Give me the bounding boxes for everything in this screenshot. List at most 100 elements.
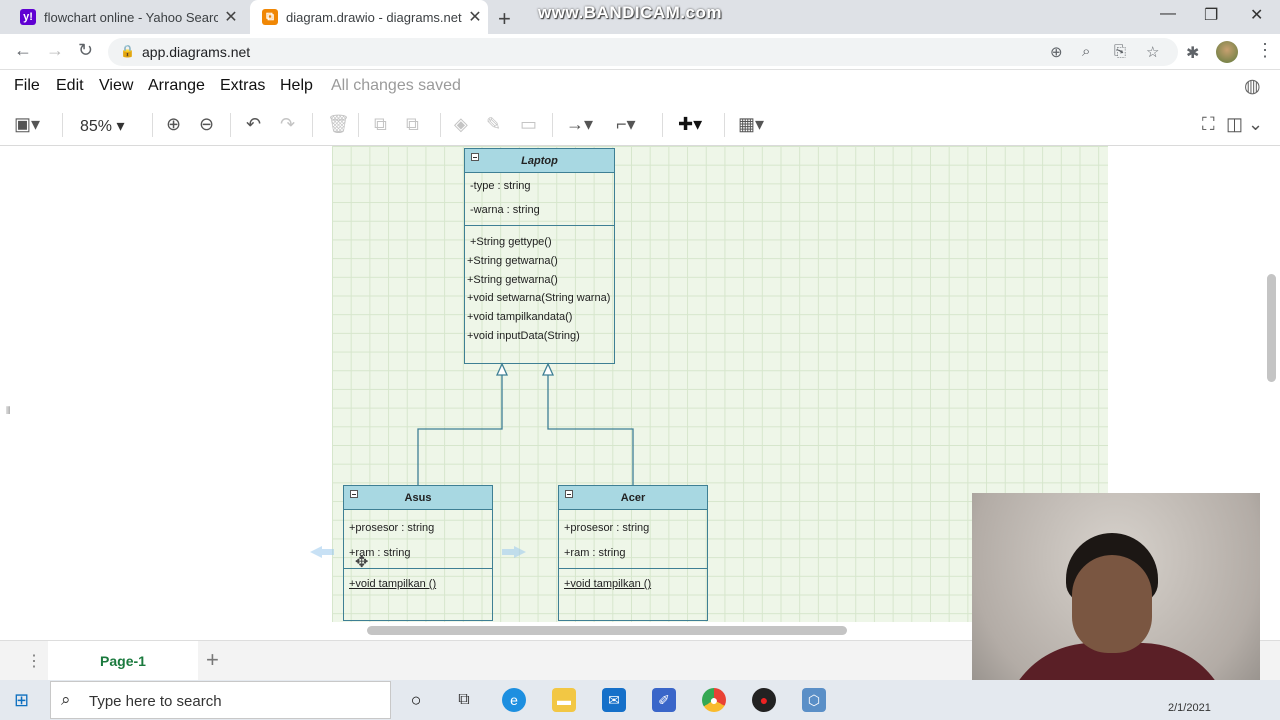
class-header[interactable]: Asus	[344, 486, 492, 510]
uml-class-asus[interactable]: Asus +prosesor : string +ram : string +v…	[343, 485, 493, 621]
class-divider	[344, 568, 492, 569]
save-status: All changes saved	[331, 77, 461, 94]
class-method[interactable]: +String getwarna()	[467, 274, 558, 286]
class-header[interactable]: Acer	[559, 486, 707, 510]
class-attribute[interactable]: -type : string	[470, 180, 531, 192]
reload-icon[interactable]: ↻	[78, 40, 93, 61]
chrome-icon[interactable]: ●	[702, 688, 726, 712]
collapse-toggle-icon[interactable]	[565, 490, 573, 498]
file-explorer-icon[interactable]: ▬	[552, 688, 576, 712]
panel-resize-handle[interactable]: ⦀	[6, 406, 10, 417]
new-tab-button[interactable]: +	[498, 6, 511, 32]
table-icon[interactable]: ▦▾	[738, 114, 764, 135]
to-front-icon[interactable]: ⧉	[374, 114, 387, 135]
zoom-level[interactable]: 85% ▾	[80, 116, 125, 136]
collapse-toggle-icon[interactable]	[350, 490, 358, 498]
presenter-face	[1072, 555, 1152, 653]
page-tab[interactable]: Page-1	[48, 641, 198, 681]
browser-menu-icon[interactable]: ⋮	[1256, 40, 1274, 61]
windows-taskbar: ⊞ ⌕ Type here to search ○ ⧉ e ▬ ✉ ✐ ● ● …	[0, 680, 1280, 720]
menu-file[interactable]: File	[14, 77, 40, 95]
format-panel-icon[interactable]: ▣▾	[14, 114, 40, 135]
class-header[interactable]: Laptop	[465, 149, 614, 173]
edge-icon[interactable]: e	[502, 688, 526, 712]
back-icon[interactable]: ←	[14, 40, 32, 61]
language-globe-icon[interactable]: ◍	[1244, 75, 1261, 98]
profile-avatar[interactable]	[1216, 41, 1238, 63]
class-attribute[interactable]: -warna : string	[470, 204, 540, 216]
redo-icon[interactable]: ↷	[280, 114, 295, 135]
webcam-overlay	[972, 493, 1260, 709]
task-view-icon[interactable]: ⧉	[452, 688, 476, 712]
zoom-icon[interactable]: ⌕	[1082, 43, 1090, 60]
restore-icon[interactable]: ❐	[1204, 5, 1218, 25]
url-bar[interactable]: 🔒 app.diagrams.net ⊕ ⌕ ⎘ ☆	[108, 38, 1178, 66]
class-attribute[interactable]: +ram : string	[564, 547, 625, 559]
uml-class-acer[interactable]: Acer +prosesor : string +ram : string +v…	[558, 485, 708, 621]
add-page-icon[interactable]: +	[206, 647, 219, 673]
close-icon[interactable]: ✕	[462, 7, 488, 27]
class-method[interactable]: +void inputData(String)	[467, 330, 580, 342]
close-icon[interactable]: ✕	[218, 7, 244, 27]
vertical-scrollbar[interactable]	[1267, 274, 1276, 382]
taskbar-search-box[interactable]: ⌕ Type here to search	[50, 681, 391, 719]
insert-icon[interactable]: ✚▾	[678, 114, 702, 135]
virtualbox-icon[interactable]: ⬡	[802, 688, 826, 712]
menu-extras[interactable]: Extras	[220, 77, 265, 95]
install-icon[interactable]: ⊕	[1050, 43, 1063, 61]
bandicam-record-icon[interactable]: ●	[752, 688, 776, 712]
browser-tab-yahoo[interactable]: y! flowchart online - Yahoo Search ✕	[8, 0, 244, 34]
class-method[interactable]: +void tampilkandata()	[467, 311, 572, 323]
delete-icon[interactable]: 🗑	[327, 114, 350, 135]
class-divider	[559, 568, 707, 569]
extensions-icon[interactable]: ✱	[1186, 43, 1199, 63]
class-attribute[interactable]: +prosesor : string	[349, 522, 434, 534]
toolbar-divider	[358, 113, 359, 137]
undo-icon[interactable]: ↶	[246, 114, 261, 135]
menu-arrange[interactable]: Arrange	[148, 77, 205, 95]
collapse-icon[interactable]: ⌄	[1248, 114, 1263, 135]
collapse-toggle-icon[interactable]	[471, 153, 479, 161]
share-icon[interactable]: ⎘	[1114, 43, 1126, 60]
window-close-icon[interactable]: ✕	[1250, 5, 1263, 25]
recording-watermark: www.BANDICAM.com	[538, 3, 722, 22]
to-back-icon[interactable]: ⧉	[406, 114, 419, 135]
class-method[interactable]: +void tampilkan ()	[564, 578, 651, 590]
mail-icon[interactable]: ✉	[602, 688, 626, 712]
yahoo-icon: y!	[20, 9, 36, 25]
toggle-panel-icon[interactable]: ◫	[1226, 114, 1243, 135]
class-method[interactable]: +String getwarna()	[467, 255, 558, 267]
waypoints-icon[interactable]: ⌐▾	[616, 114, 636, 135]
class-divider	[465, 225, 614, 226]
fill-color-icon[interactable]: ◈	[454, 114, 468, 135]
bookmark-star-icon[interactable]: ☆	[1146, 43, 1159, 61]
horizontal-scrollbar[interactable]	[367, 626, 847, 635]
class-method[interactable]: +String gettype()	[470, 236, 552, 248]
cortana-icon[interactable]: ○	[404, 688, 428, 712]
line-color-icon[interactable]: ✎	[486, 114, 501, 135]
windows-start-icon[interactable]: ⊞	[14, 690, 29, 711]
minimize-icon[interactable]: —	[1160, 5, 1176, 23]
class-attribute[interactable]: +ram : string	[349, 547, 410, 559]
uml-class-laptop[interactable]: Laptop -type : string -warna : string +S…	[464, 148, 615, 364]
browser-tab-drawio[interactable]: ⧉ diagram.drawio - diagrams.net ✕	[250, 0, 488, 34]
drawio-toolbar: ▣▾ 85% ▾ ⊕ ⊖ ↶ ↷ 🗑 ⧉ ⧉ ◈ ✎ ▭ →▾ ⌐▾ ✚▾ ▦▾…	[0, 104, 1280, 146]
zoom-out-icon[interactable]: ⊖	[199, 114, 214, 135]
class-attribute[interactable]: +prosesor : string	[564, 522, 649, 534]
tab-title: flowchart online - Yahoo Search	[44, 9, 218, 25]
menu-view[interactable]: View	[99, 77, 133, 95]
toolbar-divider	[724, 113, 725, 137]
pen-app-icon[interactable]: ✐	[652, 688, 676, 712]
forward-icon[interactable]: →	[46, 40, 64, 61]
clock-date: 2/1/2021	[1168, 702, 1211, 714]
class-method[interactable]: +void setwarna(String warna)	[467, 292, 610, 304]
fullscreen-icon[interactable]: ⛶	[1202, 114, 1215, 135]
pages-menu-icon[interactable]: ⋮	[26, 651, 42, 671]
connection-icon[interactable]: →▾	[566, 114, 593, 135]
zoom-in-icon[interactable]: ⊕	[166, 114, 181, 135]
menu-help[interactable]: Help	[280, 77, 313, 95]
class-name: Laptop	[521, 155, 558, 167]
menu-edit[interactable]: Edit	[56, 77, 84, 95]
shadow-icon[interactable]: ▭	[520, 114, 537, 135]
class-method[interactable]: +void tampilkan ()	[349, 578, 436, 590]
